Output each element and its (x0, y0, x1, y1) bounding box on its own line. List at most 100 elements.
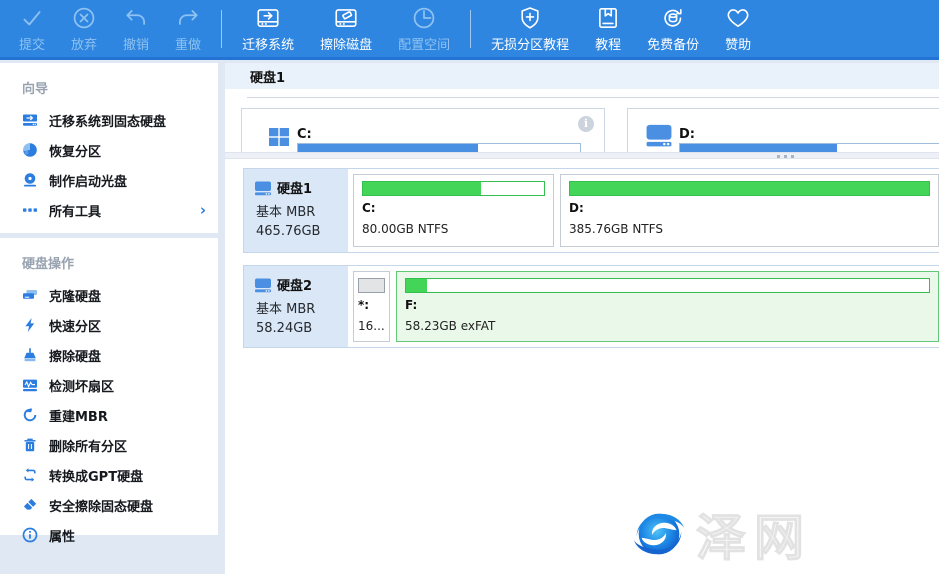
sidebar-item-secure-erase[interactable]: 安全擦除固态硬盘 (0, 490, 218, 520)
sidebar-item-label: 安全擦除固态硬盘 (49, 496, 153, 515)
partition-d-detail: 385.76GB NTFS (569, 222, 930, 236)
partition-manager-window: 提交 放弃 撤销 重做 迁移系统 擦除磁盘 配置空间 无损 (0, 0, 939, 574)
donate-heart-icon (725, 5, 751, 31)
disk-row-2[interactable]: 硬盘2 基本 MBR 58.24GB *: 16... F: (243, 265, 939, 348)
free-backup-button[interactable]: 免费备份 (634, 0, 712, 57)
sidebar-item-all-tools[interactable]: 所有工具 › (0, 195, 218, 225)
partition-f-label: F: (405, 298, 930, 312)
convert-gpt-icon (22, 467, 38, 483)
partition-f[interactable]: F: 58.23GB exFAT (396, 271, 939, 342)
partition-d[interactable]: D: 385.76GB NTFS (560, 174, 939, 247)
partition-d-usage-bar (569, 181, 930, 196)
disk1-name: 硬盘1 (277, 178, 312, 197)
sidebar-item-recover-partition[interactable]: 恢复分区 (0, 135, 218, 165)
tabstrip: 硬盘1 (225, 63, 939, 89)
disk1-info-block[interactable]: 硬盘1 基本 MBR 465.76GB (244, 169, 348, 252)
sidebar-item-bad-sectors[interactable]: 检测坏扇区 (0, 370, 218, 400)
partition-c-label: C: (362, 201, 545, 215)
free-backup-icon (660, 5, 686, 31)
disk2-info-block[interactable]: 硬盘2 基本 MBR 58.24GB (244, 266, 348, 347)
undo-icon (123, 5, 149, 31)
panel-splitter-handle[interactable] (225, 152, 939, 159)
overview-c-usage-bar (297, 143, 581, 152)
sidebar-item-delete-all-partitions[interactable]: 删除所有分区 (0, 430, 218, 460)
partition-unformatted[interactable]: *: 16... (353, 271, 390, 342)
sidebar-item-label: 所有工具 (49, 201, 101, 220)
partition-c-detail: 80.00GB NTFS (362, 222, 545, 236)
secure-erase-icon (22, 497, 38, 513)
disk1-type: 基本 MBR (254, 201, 348, 220)
sidebar-item-clone-disk[interactable]: 克隆硬盘 (0, 280, 218, 310)
toolbar-separator (470, 10, 471, 48)
partition-tutorial-button[interactable]: 无损分区教程 (478, 0, 582, 57)
disk2-size: 58.24GB (254, 321, 348, 336)
sidebar-item-convert-gpt[interactable]: 转换成GPT硬盘 (0, 460, 218, 490)
sidebar-item-properties[interactable]: 属性 (0, 520, 218, 550)
horizontal-rule (247, 97, 939, 98)
disk-icon (254, 277, 272, 293)
all-tools-icon (22, 202, 38, 218)
partition-d-label: D: (569, 201, 930, 215)
properties-icon (22, 527, 38, 543)
disk1-size: 465.76GB (254, 224, 348, 239)
sidebar: 向导 迁移系统到固态硬盘 恢复分区 制作启动光盘 所有工具 › 硬盘操作 克隆硬… (0, 63, 218, 535)
sidebar-item-migrate-ssd[interactable]: 迁移系统到固态硬盘 (0, 105, 218, 135)
allocate-space-button[interactable]: 配置空间 (385, 0, 463, 57)
tutorial-book-icon (595, 5, 621, 31)
disk1-partitions: C: 80.00GB NTFS D: 385.76GB NTFS (348, 169, 939, 252)
erase-disk-icon (333, 5, 359, 31)
partition-c[interactable]: C: 80.00GB NTFS (353, 174, 554, 247)
tab-disk1[interactable]: 硬盘1 (250, 67, 285, 86)
partition-c-usage-fill (363, 182, 481, 195)
erase-disk-button[interactable]: 擦除磁盘 (307, 0, 385, 57)
disk2-name: 硬盘2 (277, 275, 312, 294)
main-panel: 硬盘1 C: i D: (225, 63, 939, 574)
check-icon (19, 5, 45, 31)
windows-icon (267, 125, 291, 149)
undo-button[interactable]: 撤销 (110, 0, 162, 57)
overview-card-c[interactable]: C: i (241, 108, 605, 152)
erase-disk-label: 擦除磁盘 (320, 34, 372, 53)
donate-button[interactable]: 赞助 (712, 0, 764, 57)
migrate-system-label: 迁移系统 (242, 34, 294, 53)
watermark-swirl-logo (628, 503, 690, 565)
sidebar-item-label: 恢复分区 (49, 141, 101, 160)
tutorial-button[interactable]: 教程 (582, 0, 634, 57)
overview-card-d[interactable]: D: (627, 108, 939, 152)
sidebar-item-label: 转换成GPT硬盘 (49, 466, 143, 485)
discard-button[interactable]: 放弃 (58, 0, 110, 57)
splitter-grip-dots (777, 155, 794, 158)
tutorial-label: 教程 (595, 34, 621, 53)
sidebar-section-wizard: 向导 (0, 63, 218, 105)
sidebar-item-label: 快速分区 (49, 316, 101, 335)
redo-label: 重做 (175, 34, 201, 53)
partition-f-detail: 58.23GB exFAT (405, 319, 930, 333)
sidebar-item-wipe-disk[interactable]: 擦除硬盘 (0, 340, 218, 370)
bad-sector-icon (22, 377, 38, 393)
sidebar-item-label: 迁移系统到固态硬盘 (49, 111, 166, 130)
allocate-space-icon (411, 5, 437, 31)
partition-tutorial-icon (517, 5, 543, 31)
toolbar-separator (221, 10, 222, 48)
sidebar-item-quick-partition[interactable]: 快速分区 (0, 310, 218, 340)
sidebar-item-label: 重建MBR (49, 406, 108, 425)
disk-icon (645, 122, 673, 148)
sidebar-item-bootable-media[interactable]: 制作启动光盘 (0, 165, 218, 195)
wipe-disk-icon (22, 347, 38, 363)
disk-row-1[interactable]: 硬盘1 基本 MBR 465.76GB C: 80.00GB NTFS (243, 168, 939, 253)
discard-label: 放弃 (71, 34, 97, 53)
migrate-system-button[interactable]: 迁移系统 (229, 0, 307, 57)
redo-button[interactable]: 重做 (162, 0, 214, 57)
watermark-text: 泽网 (696, 498, 812, 570)
partition-unformatted-detail: 16... (358, 319, 385, 333)
sidebar-item-label: 属性 (49, 526, 75, 545)
commit-button[interactable]: 提交 (6, 0, 58, 57)
info-icon[interactable]: i (578, 116, 594, 132)
chevron-right-icon: › (200, 201, 206, 219)
toolbar: 提交 放弃 撤销 重做 迁移系统 擦除磁盘 配置空间 无损 (0, 0, 939, 60)
quick-partition-icon (22, 317, 38, 333)
sidebar-item-rebuild-mbr[interactable]: 重建MBR (0, 400, 218, 430)
overview-d-label: D: (679, 127, 695, 142)
disk2-partitions: *: 16... F: 58.23GB exFAT (348, 266, 939, 347)
sidebar-item-label: 删除所有分区 (49, 436, 127, 455)
